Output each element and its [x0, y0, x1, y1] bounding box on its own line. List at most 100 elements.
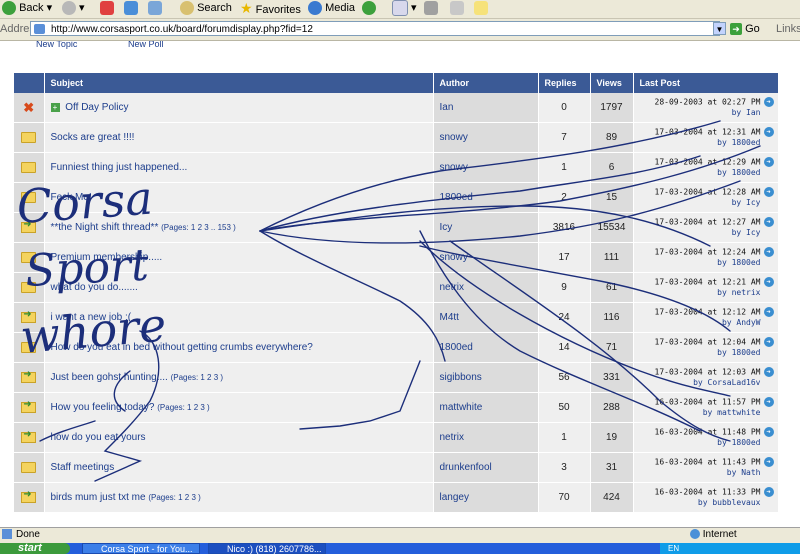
- thread-pages[interactable]: (Pages: 1 2 3 ): [148, 493, 200, 502]
- thread-author[interactable]: snowy: [433, 122, 539, 153]
- start-button[interactable]: start: [0, 543, 70, 554]
- header-last-post[interactable]: Last Post: [633, 73, 779, 93]
- thread-subject-link[interactable]: How you feeling today?: [51, 402, 155, 413]
- thread-subject-link[interactable]: Staff meetings: [51, 462, 115, 473]
- table-row[interactable]: i want a new job :( M4tt 24 116 17-03-20…: [14, 302, 779, 333]
- go-to-last-post-icon[interactable]: ➜: [763, 247, 774, 258]
- table-row[interactable]: Funniest thing just happened... snowy 1 …: [14, 152, 779, 183]
- thread-subject-link[interactable]: Socks are great !!!!: [51, 132, 135, 143]
- go-to-last-post-icon[interactable]: ➜: [763, 217, 774, 228]
- last-post-author[interactable]: by 1800ed: [634, 348, 774, 358]
- go-to-last-post-icon[interactable]: ➜: [763, 307, 774, 318]
- go-to-last-post-icon[interactable]: ➜: [763, 487, 774, 498]
- thread-author[interactable]: snowy: [433, 152, 539, 183]
- thread-author[interactable]: drunkenfool: [433, 452, 539, 483]
- go-to-last-post-icon[interactable]: ➜: [763, 157, 774, 168]
- go-to-last-post-icon[interactable]: ➜: [763, 187, 774, 198]
- thread-subject-link[interactable]: what do you do.......: [51, 282, 138, 293]
- go-to-last-post-icon[interactable]: ➜: [763, 337, 774, 348]
- search-button[interactable]: Search: [180, 0, 232, 16]
- header-author[interactable]: Author: [433, 73, 539, 93]
- last-post-author[interactable]: by 1800ed: [634, 168, 774, 178]
- last-post-author[interactable]: by Icy: [634, 228, 774, 238]
- table-row[interactable]: How do you eat in bed without getting cr…: [14, 332, 779, 363]
- last-post-author[interactable]: by 1800ed: [634, 138, 774, 148]
- thread-author[interactable]: sigibbons: [433, 362, 539, 393]
- edit-button[interactable]: [450, 0, 464, 16]
- thread-author[interactable]: Icy: [433, 212, 539, 243]
- go-to-last-post-icon[interactable]: ➜: [763, 457, 774, 468]
- thread-pages[interactable]: (Pages: 1 2 3 ): [171, 373, 223, 382]
- thread-pages[interactable]: (Pages: 1 2 3 .. 153 ): [161, 223, 236, 232]
- new-poll-link[interactable]: New Poll: [128, 41, 164, 49]
- print-button[interactable]: [424, 0, 438, 16]
- taskbar-item[interactable]: Corsa Sport - for You...: [82, 543, 200, 554]
- table-row[interactable]: Just been gohst hunting.... (Pages: 1 2 …: [14, 362, 779, 393]
- last-post-author[interactable]: by CorsaLad16v: [634, 378, 774, 388]
- last-post-author[interactable]: by 1800ed: [634, 438, 774, 448]
- stop-button[interactable]: [100, 0, 114, 16]
- last-post-author[interactable]: by bubblevaux: [634, 498, 774, 508]
- go-to-last-post-icon[interactable]: ➜: [763, 127, 774, 138]
- thread-author[interactable]: netrix: [433, 272, 539, 303]
- last-post-author[interactable]: by netrix: [634, 288, 774, 298]
- thread-author[interactable]: M4tt: [433, 302, 539, 333]
- table-row[interactable]: Premium membership..... snowy 17 111 17-…: [14, 242, 779, 273]
- go-button[interactable]: ➜ Go: [730, 22, 760, 36]
- forward-button[interactable]: ▾: [62, 0, 85, 16]
- taskbar-item[interactable]: Nico :) (818) 2607786...: [208, 543, 326, 554]
- last-post-author[interactable]: by 1800ed: [634, 258, 774, 268]
- back-button[interactable]: Back ▾: [2, 0, 52, 16]
- table-row[interactable]: what do you do....... netrix 9 61 17-03-…: [14, 272, 779, 303]
- table-row[interactable]: **the Night shift thread** (Pages: 1 2 3…: [14, 212, 779, 243]
- thread-author[interactable]: 1800ed: [433, 182, 539, 213]
- table-row[interactable]: Staff meetings drunkenfool 3 31 16-03-20…: [14, 452, 779, 483]
- new-topic-link[interactable]: New Topic: [36, 41, 77, 49]
- refresh-button[interactable]: [124, 0, 138, 16]
- thread-subject-link[interactable]: how do you eat yours: [51, 432, 146, 443]
- table-row[interactable]: How you feeling today? (Pages: 1 2 3 ) m…: [14, 392, 779, 423]
- thread-subject-link[interactable]: Funniest thing just happened...: [51, 162, 188, 173]
- table-row[interactable]: ✖ + Off Day Policy Ian 0 1797 28-09-2003…: [14, 93, 779, 123]
- links-label[interactable]: Links: [776, 23, 800, 35]
- home-button[interactable]: [148, 0, 162, 16]
- thread-subject-link[interactable]: How do you eat in bed without getting cr…: [51, 342, 313, 353]
- thread-pages[interactable]: (Pages: 1 2 3 ): [157, 403, 209, 412]
- thread-subject-link[interactable]: **the Night shift thread**: [51, 222, 159, 233]
- thread-author[interactable]: netrix: [433, 422, 539, 453]
- note-button[interactable]: [474, 0, 488, 16]
- media-button[interactable]: Media: [308, 0, 355, 16]
- go-to-last-post-icon[interactable]: ➜: [763, 397, 774, 408]
- thread-author[interactable]: Ian: [433, 93, 539, 123]
- thread-author[interactable]: 1800ed: [433, 332, 539, 363]
- last-post-author[interactable]: by mattwhite: [634, 408, 774, 418]
- last-post-author[interactable]: by Icy: [634, 198, 774, 208]
- go-to-last-post-icon[interactable]: ➜: [763, 97, 774, 108]
- table-row[interactable]: how do you eat yours netrix 1 19 16-03-2…: [14, 422, 779, 453]
- thread-subject-link[interactable]: Just been gohst hunting....: [51, 372, 168, 383]
- thread-author[interactable]: langey: [433, 482, 539, 513]
- thread-author[interactable]: snowy: [433, 242, 539, 273]
- thread-subject-link[interactable]: Off Day Policy: [65, 102, 128, 113]
- last-post-author[interactable]: by Nath: [634, 468, 774, 478]
- header-replies[interactable]: Replies: [538, 73, 591, 93]
- mail-button[interactable]: ▾: [392, 0, 417, 17]
- go-to-last-post-icon[interactable]: ➜: [763, 277, 774, 288]
- header-views[interactable]: Views: [590, 73, 634, 93]
- go-to-last-post-icon[interactable]: ➜: [763, 367, 774, 378]
- thread-subject-link[interactable]: i want a new job :(: [51, 312, 132, 323]
- history-button[interactable]: [362, 0, 376, 16]
- thread-subject-link[interactable]: birds mum just txt me: [51, 492, 146, 503]
- table-row[interactable]: Feck Me! 1800ed 2 15 17-03-2004 at 12:28…: [14, 182, 779, 213]
- address-dropdown-button[interactable]: ▼: [713, 22, 726, 35]
- go-to-last-post-icon[interactable]: ➜: [763, 427, 774, 438]
- table-row[interactable]: Socks are great !!!! snowy 7 89 17-03-20…: [14, 122, 779, 153]
- thread-subject-link[interactable]: Feck Me!: [51, 192, 92, 203]
- favorites-button[interactable]: ★ Favorites: [240, 0, 301, 16]
- table-row[interactable]: birds mum just txt me (Pages: 1 2 3 ) la…: [14, 482, 779, 513]
- header-subject[interactable]: Subject: [44, 73, 434, 93]
- thread-subject-link[interactable]: Premium membership.....: [51, 252, 163, 263]
- address-input[interactable]: http://www.corsasport.co.uk/board/forumd…: [30, 21, 720, 36]
- language-indicator[interactable]: EN: [668, 544, 679, 553]
- last-post-author[interactable]: by AndyW: [634, 318, 774, 328]
